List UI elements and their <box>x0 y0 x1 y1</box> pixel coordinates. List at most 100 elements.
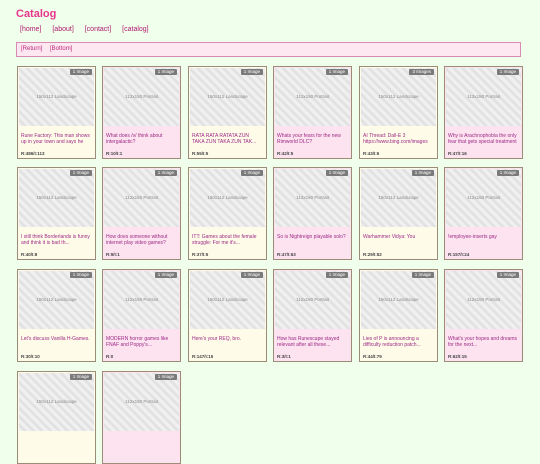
catalog-controls: [Return] [Bottom] <box>16 42 521 57</box>
thread-thumbnail[interactable]: 112x150 Portrait <box>275 68 350 126</box>
thread-thumbnail[interactable]: 150x112 Landscape <box>361 68 436 126</box>
thread-subject[interactable]: AI Thread: Dall-E 3 https://www.bing.com… <box>363 133 433 146</box>
thumbnail-placeholder-text: 112x150 Portrait <box>296 195 329 201</box>
thread-thumbnail[interactable]: 150x112 Landscape <box>190 169 265 227</box>
thumbnail-placeholder-text: 150x112 Landscape <box>36 297 77 303</box>
thumbnail-placeholder-text: 112x150 Portrait <box>125 94 158 100</box>
image-count-badge: 1 Image <box>325 170 348 176</box>
image-count-badge: 1 Image <box>69 272 92 278</box>
page-title: Catalog <box>16 8 57 20</box>
thread-subject[interactable]: RATA RATA RATATA ZUN TAKA ZUN TAKA ZUN T… <box>192 133 262 146</box>
nav-contact-link[interactable]: [contact] <box>85 26 111 33</box>
thread-thumbnail[interactable]: 150x112 Landscape <box>361 169 436 227</box>
thread-subject[interactable] <box>106 438 176 451</box>
thread-subject[interactable]: Whats your fears for the new Rimworld DL… <box>277 133 347 146</box>
nav-home-link[interactable]: [home] <box>20 26 41 33</box>
thread-subject[interactable]: MODERN horror games like FNAF and Poppy'… <box>106 336 176 349</box>
thread-card[interactable]: 150x112 Landscape 1 Image Rune Factory: Th… <box>17 66 96 159</box>
image-count-badge: 1 Image <box>496 272 519 278</box>
thread-thumbnail[interactable]: 112x150 Portrait <box>275 271 350 329</box>
thread-card[interactable]: 112x150 Portrait 1 Image So is Nightreign … <box>273 167 352 260</box>
thread-subject[interactable]: So is Nightreign playable solo? <box>277 234 347 247</box>
thread-thumbnail[interactable]: 150x112 Landscape <box>361 271 436 329</box>
nav-catalog-link[interactable]: [catalog] <box>122 26 148 33</box>
thread-thumbnail[interactable]: 112x150 Portrait <box>104 373 179 431</box>
thread-subject[interactable]: Lies of P is announcing a difficulty red… <box>363 336 433 349</box>
thread-stats: R:40/I:8 <box>21 252 38 257</box>
thread-subject[interactable]: Warhammer Vidya: You <box>363 234 433 247</box>
thread-stats: R:9/I:1 <box>106 252 120 257</box>
image-count-badge: 1 Image <box>240 69 263 75</box>
thumbnail-placeholder-text: 150x112 Landscape <box>36 94 77 100</box>
thread-stats: R:30/I:10 <box>21 354 40 359</box>
thread-subject[interactable]: Let's discuss Vanilla H-Games. <box>21 336 91 349</box>
thread-card[interactable]: 112x150 Portrait 1 Image Why is Arachnopho… <box>444 66 523 159</box>
thread-card[interactable]: 150x112 Landscape 1 Image ITT: Games about… <box>188 167 267 260</box>
thumbnail-placeholder-text: 112x150 Portrait <box>125 399 158 405</box>
thread-card[interactable]: 150x112 Landscape 1 Image Lies of P is ann… <box>359 269 438 362</box>
thread-subject[interactable]: What does /v/ think about intergalactic? <box>106 133 176 146</box>
thread-stats: R:43/I:6 <box>363 151 380 156</box>
thread-thumbnail[interactable]: 150x112 Landscape <box>19 68 94 126</box>
thread-card[interactable]: 112x150 Portrait 1 Image What's your hopes… <box>444 269 523 362</box>
thread-thumbnail[interactable]: 112x150 Portrait <box>446 169 521 227</box>
thread-card[interactable]: 112x150 Portrait 1 Image How has Runescape… <box>273 269 352 362</box>
thread-subject[interactable]: What's your hopes and dreams for the nex… <box>448 336 518 349</box>
thumbnail-placeholder-text: 112x150 Portrait <box>125 195 158 201</box>
thread-card[interactable]: 112x150 Portrait 1 Image !employee-inserts… <box>444 167 523 260</box>
thread-stats: R:0 <box>106 354 114 359</box>
thread-thumbnail[interactable]: 112x150 Portrait <box>104 68 179 126</box>
thread-subject[interactable] <box>21 438 91 451</box>
thread-subject[interactable]: Here's your REQ, bro. <box>192 336 262 349</box>
thumbnail-placeholder-text: 112x150 Portrait <box>296 297 329 303</box>
thread-subject[interactable]: How has Runescape stayed relevant after … <box>277 336 347 349</box>
thread-card[interactable]: 112x150 Portrait 1 Image Whats your fears … <box>273 66 352 159</box>
nav-about-link[interactable]: [about] <box>52 26 73 33</box>
thread-stats: R:29/I:52 <box>363 252 382 257</box>
thread-card[interactable]: 150x112 Landscape 1 Image Let's discuss Va… <box>17 269 96 362</box>
return-link[interactable]: [Return] <box>21 46 42 52</box>
image-count-badge: 1 Image <box>411 170 434 176</box>
thread-card[interactable]: 150x112 Landscape 3 Images AI Thread: Dall… <box>359 66 438 159</box>
thread-subject[interactable]: How does someone without internet play v… <box>106 234 176 247</box>
thread-subject[interactable]: Rune Factory: This man shows up in your … <box>21 133 91 146</box>
thread-card[interactable]: 150x112 Landscape 1 Image RATA RATA RATATA… <box>188 66 267 159</box>
thread-card[interactable]: 150x112 Landscape 1 Image I still think Bo… <box>17 167 96 260</box>
thread-thumbnail[interactable]: 112x150 Portrait <box>104 169 179 227</box>
thread-subject[interactable]: ITT: Games about the female struggle: Fo… <box>192 234 262 247</box>
thread-card[interactable]: 112x150 Portrait 1 Image What does /v/ thi… <box>102 66 181 159</box>
thumbnail-placeholder-text: 112x150 Portrait <box>467 297 500 303</box>
thread-thumbnail[interactable]: 112x150 Portrait <box>104 271 179 329</box>
bottom-link[interactable]: [Bottom] <box>50 46 72 52</box>
thumbnail-placeholder-text: 150x112 Landscape <box>207 195 248 201</box>
thread-card[interactable]: 112x150 Portrait 1 Image How does someone … <box>102 167 181 260</box>
thread-card[interactable]: 150x112 Landscape 1 Image Warhammer Vidya:… <box>359 167 438 260</box>
image-count-badge: 1 Image <box>69 69 92 75</box>
thumbnail-placeholder-text: 112x150 Portrait <box>467 195 500 201</box>
thread-thumbnail[interactable]: 150x112 Landscape <box>19 271 94 329</box>
thread-card[interactable]: 150x112 Landscape 1 Image Here's your REQ,… <box>188 269 267 362</box>
thread-thumbnail[interactable]: 150x112 Landscape <box>19 373 94 431</box>
top-nav: [home] [about] [contact] [catalog] <box>20 26 158 33</box>
thread-card[interactable]: 112x150 Portrait 1 Image <box>102 371 181 464</box>
image-count-badge: 1 Image <box>154 272 177 278</box>
thumbnail-placeholder-text: 150x112 Landscape <box>36 399 77 405</box>
thread-thumbnail[interactable]: 112x150 Portrait <box>446 271 521 329</box>
thread-card[interactable]: 112x150 Portrait 1 Image MODERN horror gam… <box>102 269 181 362</box>
thread-thumbnail[interactable]: 112x150 Portrait <box>446 68 521 126</box>
thread-subject[interactable]: !employee-inserts gay <box>448 234 518 247</box>
thread-thumbnail[interactable]: 150x112 Landscape <box>19 169 94 227</box>
thread-thumbnail[interactable]: 150x112 Landscape <box>190 271 265 329</box>
thread-card[interactable]: 150x112 Landscape 1 Image <box>17 371 96 464</box>
thread-stats: R:47/I:63 <box>277 252 296 257</box>
thread-subject[interactable]: I still think Borderlands is funny and t… <box>21 234 91 247</box>
thumbnail-placeholder-text: 112x150 Portrait <box>296 94 329 100</box>
thread-thumbnail[interactable]: 150x112 Landscape <box>190 68 265 126</box>
thumbnail-placeholder-text: 112x150 Portrait <box>467 94 500 100</box>
image-count-badge: 1 Image <box>154 374 177 380</box>
thread-stats: R:3/I:1 <box>277 354 291 359</box>
thread-stats: R:37/I:5 <box>192 252 209 257</box>
thread-subject[interactable]: Why is Arachnophobia the only fear that … <box>448 133 518 146</box>
thread-thumbnail[interactable]: 112x150 Portrait <box>275 169 350 227</box>
image-count-badge: 1 Image <box>496 69 519 75</box>
